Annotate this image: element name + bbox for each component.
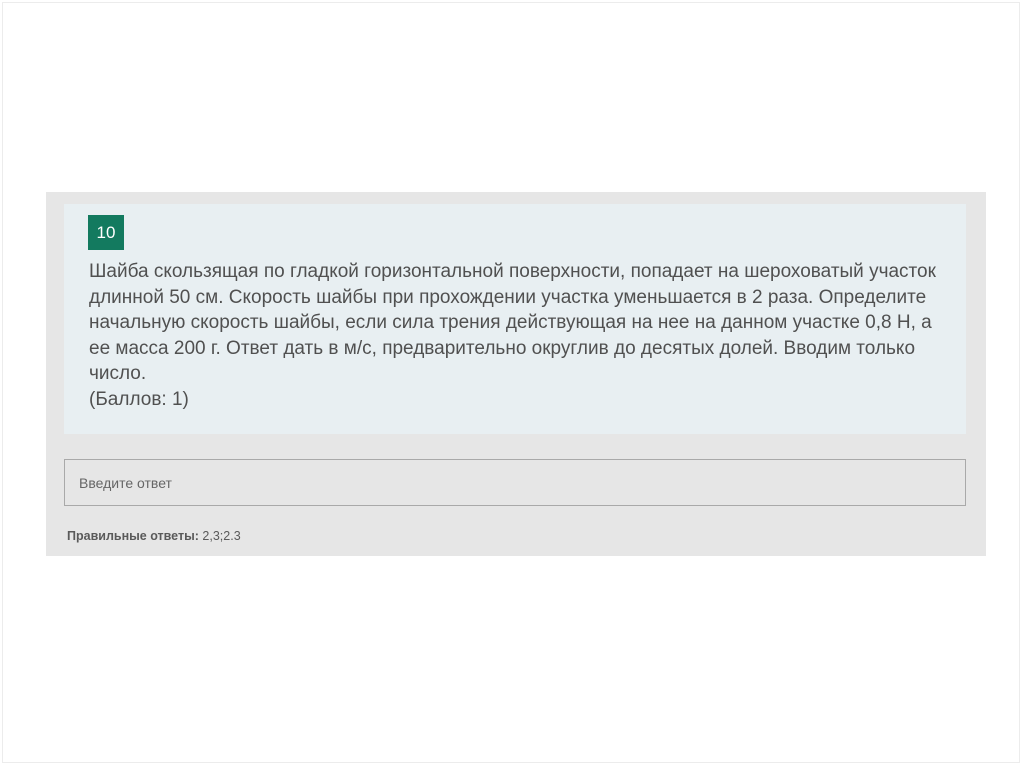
question-card: 10 Шайба скользящая по гладкой горизонта… bbox=[46, 192, 986, 556]
correct-answers: Правильные ответы: 2,3;2.3 bbox=[67, 529, 241, 543]
correct-answers-label: Правильные ответы: bbox=[67, 529, 199, 543]
question-body: Шайба скользящая по гладкой горизонтальн… bbox=[89, 261, 936, 384]
question-panel: 10 Шайба скользящая по гладкой горизонта… bbox=[64, 204, 966, 434]
question-number-badge: 10 bbox=[88, 215, 124, 250]
question-text: Шайба скользящая по гладкой горизонтальн… bbox=[89, 259, 949, 412]
answer-input[interactable] bbox=[64, 459, 966, 506]
correct-answers-value: 2,3;2.3 bbox=[202, 529, 241, 543]
question-points: (Баллов: 1) bbox=[89, 388, 189, 410]
